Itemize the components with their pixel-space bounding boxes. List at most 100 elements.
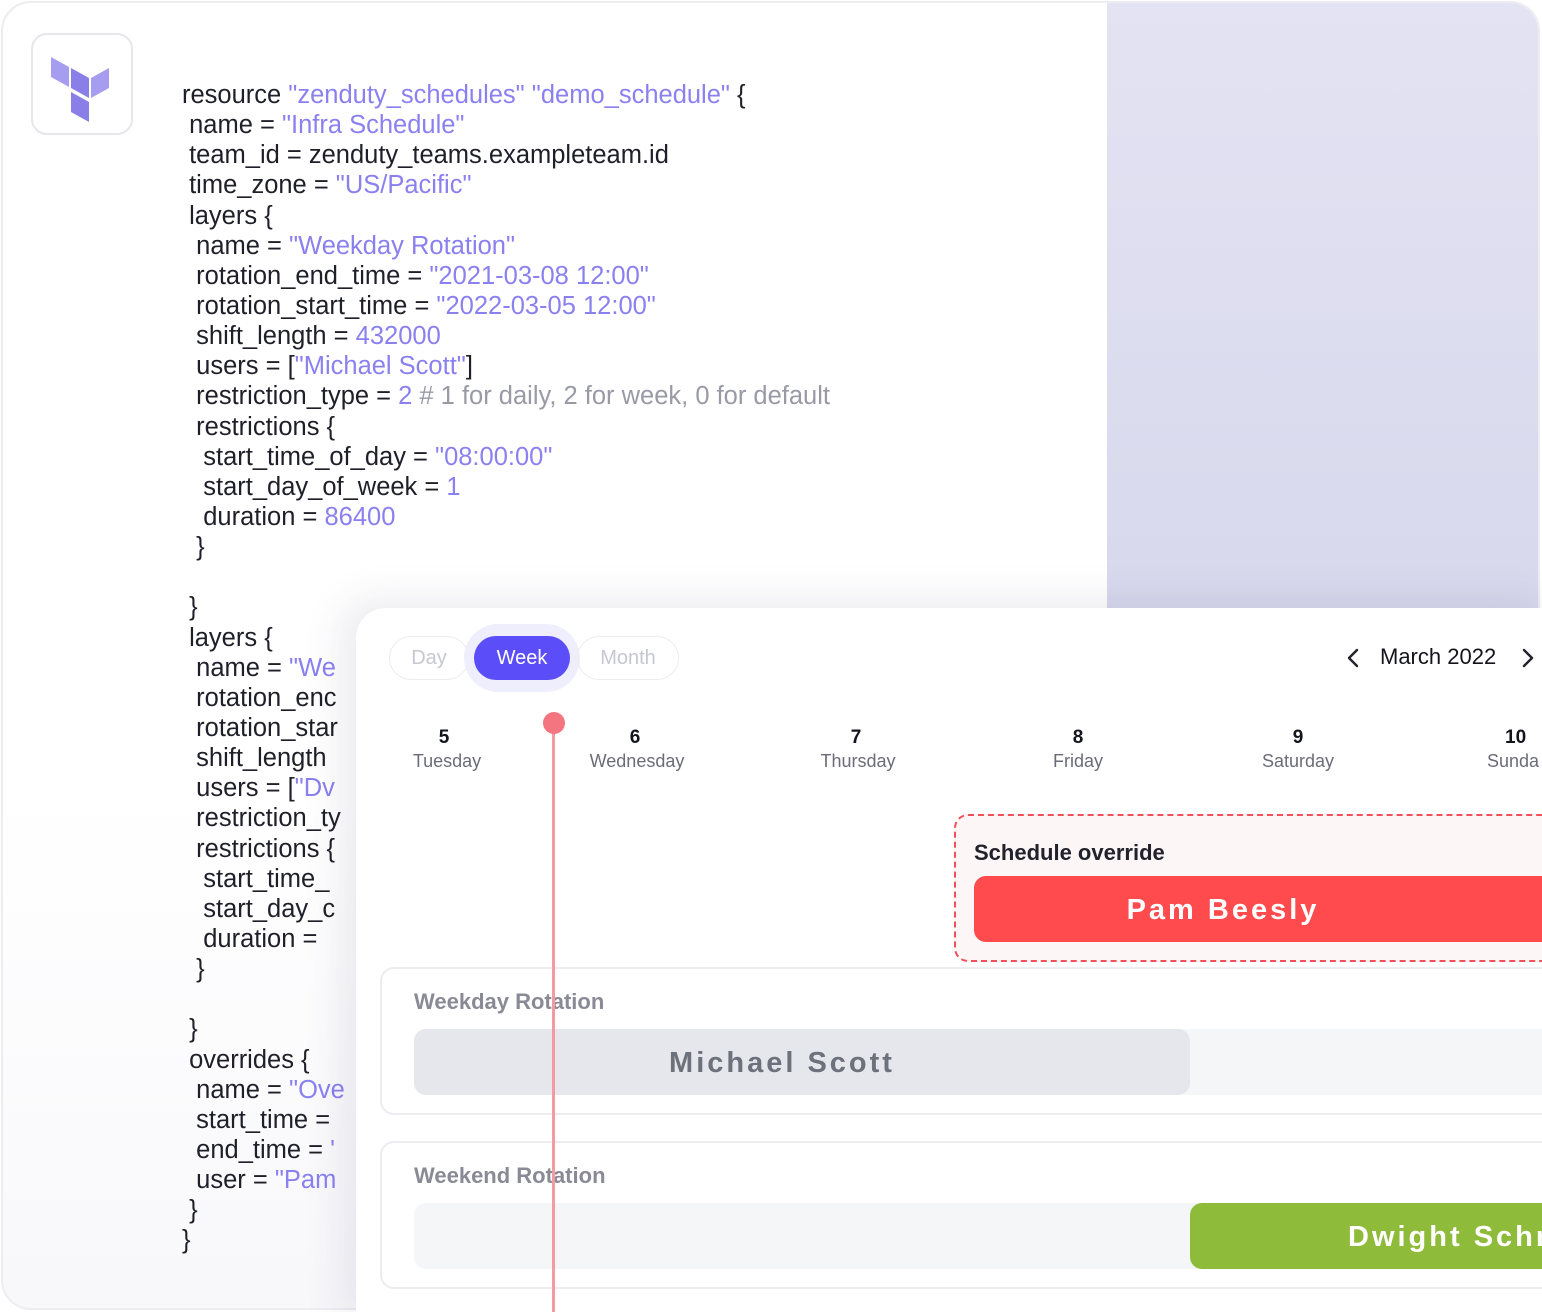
code-line: time_zone = "US/Pacific" <box>182 170 830 200</box>
chevron-left-icon <box>1347 648 1359 668</box>
day-header-saturday: 9 Saturday <box>1228 726 1368 772</box>
shift-user-name: Dwight Schr <box>1348 1221 1542 1253</box>
code-literal: 2 <box>398 382 413 411</box>
code-text: name = <box>182 1075 290 1104</box>
override-user-name: Pam Beesly <box>1126 894 1320 926</box>
code-text: duration = <box>182 502 325 531</box>
tab-day[interactable]: Day <box>389 636 469 680</box>
code-literal: "2021-03-08 12:00" <box>429 261 649 290</box>
chevron-right-icon <box>1522 648 1534 668</box>
current-time-line <box>552 724 555 1312</box>
code-line: start_day_of_week = 1 <box>182 472 830 502</box>
rotation-title: Weekend Rotation <box>414 1163 606 1188</box>
code-text: user = <box>182 1166 275 1195</box>
code-literal: "2022-03-05 12:00" <box>436 291 656 320</box>
code-text: ] <box>465 352 473 381</box>
day-header-friday: 8 Friday <box>1008 726 1148 772</box>
code-text: name = <box>182 111 282 140</box>
code-line: restrictions { <box>182 412 830 442</box>
code-text: start_time = <box>182 1105 331 1134</box>
code-text: resource <box>182 81 289 109</box>
weekday-shift-bar[interactable]: Michael Scott <box>414 1029 1190 1095</box>
weekend-shift-bar[interactable]: Dwight Schr <box>1190 1203 1542 1269</box>
override-shift-bar[interactable]: Pam Beesly <box>974 876 1542 942</box>
day-header-thursday: 7 Thursday <box>788 726 928 772</box>
rotation-title: Weekday Rotation <box>414 989 605 1014</box>
code-text: start_day_c <box>182 894 336 923</box>
code-literal: "Weekday Rotation" <box>289 231 516 260</box>
day-number: 5 <box>438 727 450 748</box>
code-literal: "zenduty_schedules" "demo_schedule" <box>288 81 730 109</box>
rotation-track: Michael Scott <box>414 1029 1542 1095</box>
code-line: name = "Weekday Rotation" <box>182 231 830 261</box>
day-header-sunday: 10 Sunda <box>1446 726 1539 772</box>
shift-user-name: Michael Scott <box>669 1047 895 1079</box>
code-line: start_time_of_day = "08:00:00" <box>182 442 830 472</box>
code-text: team_id = zenduty_teams.exampleteam.id <box>182 141 669 170</box>
day-number: 8 <box>1072 727 1084 748</box>
code-text: rotation_enc <box>182 683 337 712</box>
code-line: shift_length = 432000 <box>182 321 830 351</box>
next-month-button[interactable] <box>1518 646 1538 670</box>
code-text: layers { <box>182 623 273 652</box>
code-line: duration = 86400 <box>182 502 830 532</box>
day-header-tuesday: 5 Tuesday <box>377 726 517 772</box>
code-text: restriction_type = <box>182 382 399 411</box>
code-line: name = "Infra Schedule" <box>182 110 830 140</box>
code-literal: 1 <box>446 472 461 501</box>
code-text: name = <box>182 653 290 682</box>
code-literal: "Michael Scott" <box>294 352 466 381</box>
code-text: start_time_ <box>182 864 330 893</box>
rotation-track: Dwight Schr <box>414 1203 1542 1269</box>
code-text: rotation_star <box>182 713 338 742</box>
code-text: shift_length = <box>182 322 356 351</box>
code-text: restrictions { <box>182 834 336 863</box>
code-line: rotation_start_time = "2022-03-05 12:00" <box>182 291 830 321</box>
code-line: team_id = zenduty_teams.exampleteam.id <box>182 140 830 170</box>
code-text: start_time_of_day = <box>182 442 436 471</box>
day-number: 6 <box>629 727 641 748</box>
code-line: rotation_end_time = "2021-03-08 12:00" <box>182 261 830 291</box>
code-line: restriction_type = 2 # 1 for daily, 2 fo… <box>182 381 830 411</box>
code-literal: "Dv <box>294 774 335 803</box>
code-literal: "08:00:00" <box>435 442 553 471</box>
terraform-logo <box>31 33 133 135</box>
code-literal: "We <box>289 653 336 682</box>
code-text: } <box>182 593 198 622</box>
tab-month[interactable]: Month <box>577 636 679 680</box>
code-text: } <box>182 533 205 562</box>
day-header-wednesday: 6 Wednesday <box>567 726 707 772</box>
code-text: shift_length <box>182 744 327 773</box>
day-name: Thursday <box>820 751 896 771</box>
code-text: users = [ <box>182 352 295 381</box>
code-line: users = ["Michael Scott"] <box>182 351 830 381</box>
code-text: } <box>182 955 205 984</box>
tab-week[interactable]: Week <box>474 636 570 680</box>
code-line: layers { <box>182 201 830 231</box>
code-line: } <box>182 532 830 562</box>
day-name: Friday <box>1052 751 1103 771</box>
previous-month-button[interactable] <box>1343 646 1363 670</box>
day-name: Saturday <box>1261 751 1335 771</box>
code-text: layers { <box>182 201 273 230</box>
code-text: restriction_ty <box>182 804 341 833</box>
code-text: } <box>182 1015 198 1044</box>
terraform-logo-icon <box>51 57 109 122</box>
current-time-indicator[interactable] <box>543 712 565 734</box>
day-name: Tuesday <box>412 751 482 771</box>
schedule-calendar-card: Day Week Month March 2022 5 Tuesday 6 We… <box>356 608 1542 1312</box>
code-literal: "Infra Schedule" <box>281 111 465 140</box>
code-literal: "Ove <box>289 1075 345 1104</box>
override-title: Schedule override <box>974 840 1165 865</box>
schedule-override-block: Schedule override Pam Beesly <box>954 814 1542 962</box>
day-number: 10 <box>1505 727 1527 748</box>
code-text: start_day_of_week = <box>182 472 447 501</box>
code-literal: ' <box>330 1135 336 1164</box>
code-comment: # 1 for daily, 2 for week, 0 for default <box>412 382 830 411</box>
code-literal: "Pam <box>274 1166 337 1195</box>
day-number: 7 <box>850 727 862 748</box>
month-label: March 2022 <box>1380 644 1497 669</box>
code-literal: 86400 <box>324 502 396 531</box>
code-text: } <box>182 1226 191 1255</box>
code-text: } <box>182 1196 198 1225</box>
